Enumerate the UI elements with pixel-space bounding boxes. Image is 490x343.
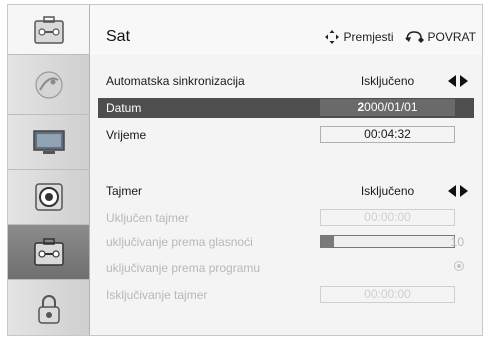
lock-icon [37, 294, 60, 324]
timer-off-label: Isključivanje tajmer [106, 288, 208, 302]
volume-slider [320, 235, 455, 248]
date-row[interactable]: Datum 2000/01/01 [98, 98, 474, 118]
timer-off-field: 00:00:00 [320, 286, 455, 303]
left-right-arrows-icon[interactable] [448, 185, 468, 197]
volume-value: 10 [450, 235, 464, 249]
sidebar-item-sound[interactable] [8, 170, 89, 225]
volume-slider-fill [321, 236, 335, 247]
left-right-arrows-icon[interactable] [448, 75, 468, 87]
settings-toolbox-icon [33, 15, 64, 44]
settings-list: Automatska sinkronizacija Isključeno Dat… [90, 55, 482, 335]
sidebar [8, 5, 90, 335]
header: Sat Premjesti POVRAT [90, 5, 482, 56]
sidebar-item-settings[interactable] [8, 5, 89, 55]
timer-label: Tajmer [106, 184, 143, 198]
back-button[interactable]: POVRAT [428, 30, 476, 44]
sidebar-item-channel[interactable] [8, 55, 89, 115]
auto-sync-label: Automatska sinkronizacija [106, 74, 245, 88]
speaker-icon [34, 183, 63, 211]
tv-screen-icon [32, 130, 65, 154]
sidebar-item-setup[interactable] [8, 225, 89, 280]
satellite-dish-icon [34, 70, 63, 99]
timer-on-label: Uključen tajmer [106, 211, 189, 225]
settings-window: Sat Premjesti POVRAT Automatska sinkroni… [7, 4, 483, 336]
timer-row[interactable]: Tajmer Isključeno [98, 181, 474, 201]
on-volume-label: uključivanje prema glasnoći [106, 235, 253, 249]
timer-value: Isključeno [360, 184, 415, 198]
on-volume-row: uključivanje prema glasnoći 10 [98, 232, 474, 252]
auto-sync-value: Isključeno [360, 74, 415, 88]
time-row[interactable]: Vrijeme 00:04:32 [98, 125, 474, 145]
nav-hints: Premjesti POVRAT [324, 29, 476, 45]
on-program-label: uključivanje prema programu [106, 261, 261, 275]
time-label: Vrijeme [106, 128, 147, 142]
auto-sync-row[interactable]: Automatska sinkronizacija Isključeno [98, 71, 474, 91]
timer-on-field: 00:00:00 [320, 209, 455, 226]
page-title: Sat [106, 28, 131, 45]
move-label: Premjesti [343, 30, 394, 44]
sidebar-item-picture[interactable] [8, 115, 89, 170]
program-radio [454, 261, 464, 271]
timer-off-row: Isključivanje tajmer 00:00:00 [98, 285, 474, 305]
date-value: 000/01/01 [364, 100, 418, 114]
sidebar-item-lock[interactable] [8, 280, 89, 335]
date-label: Datum [106, 101, 142, 115]
time-field[interactable]: 00:04:32 [320, 126, 455, 143]
on-program-row: uključivanje prema programu [98, 258, 474, 278]
back-icon [404, 31, 424, 43]
date-field[interactable]: 2000/01/01 [320, 99, 455, 116]
move-arrows-icon [324, 30, 339, 44]
timer-on-row: Uključen tajmer 00:00:00 [98, 208, 474, 228]
toolbox-icon [33, 238, 64, 266]
